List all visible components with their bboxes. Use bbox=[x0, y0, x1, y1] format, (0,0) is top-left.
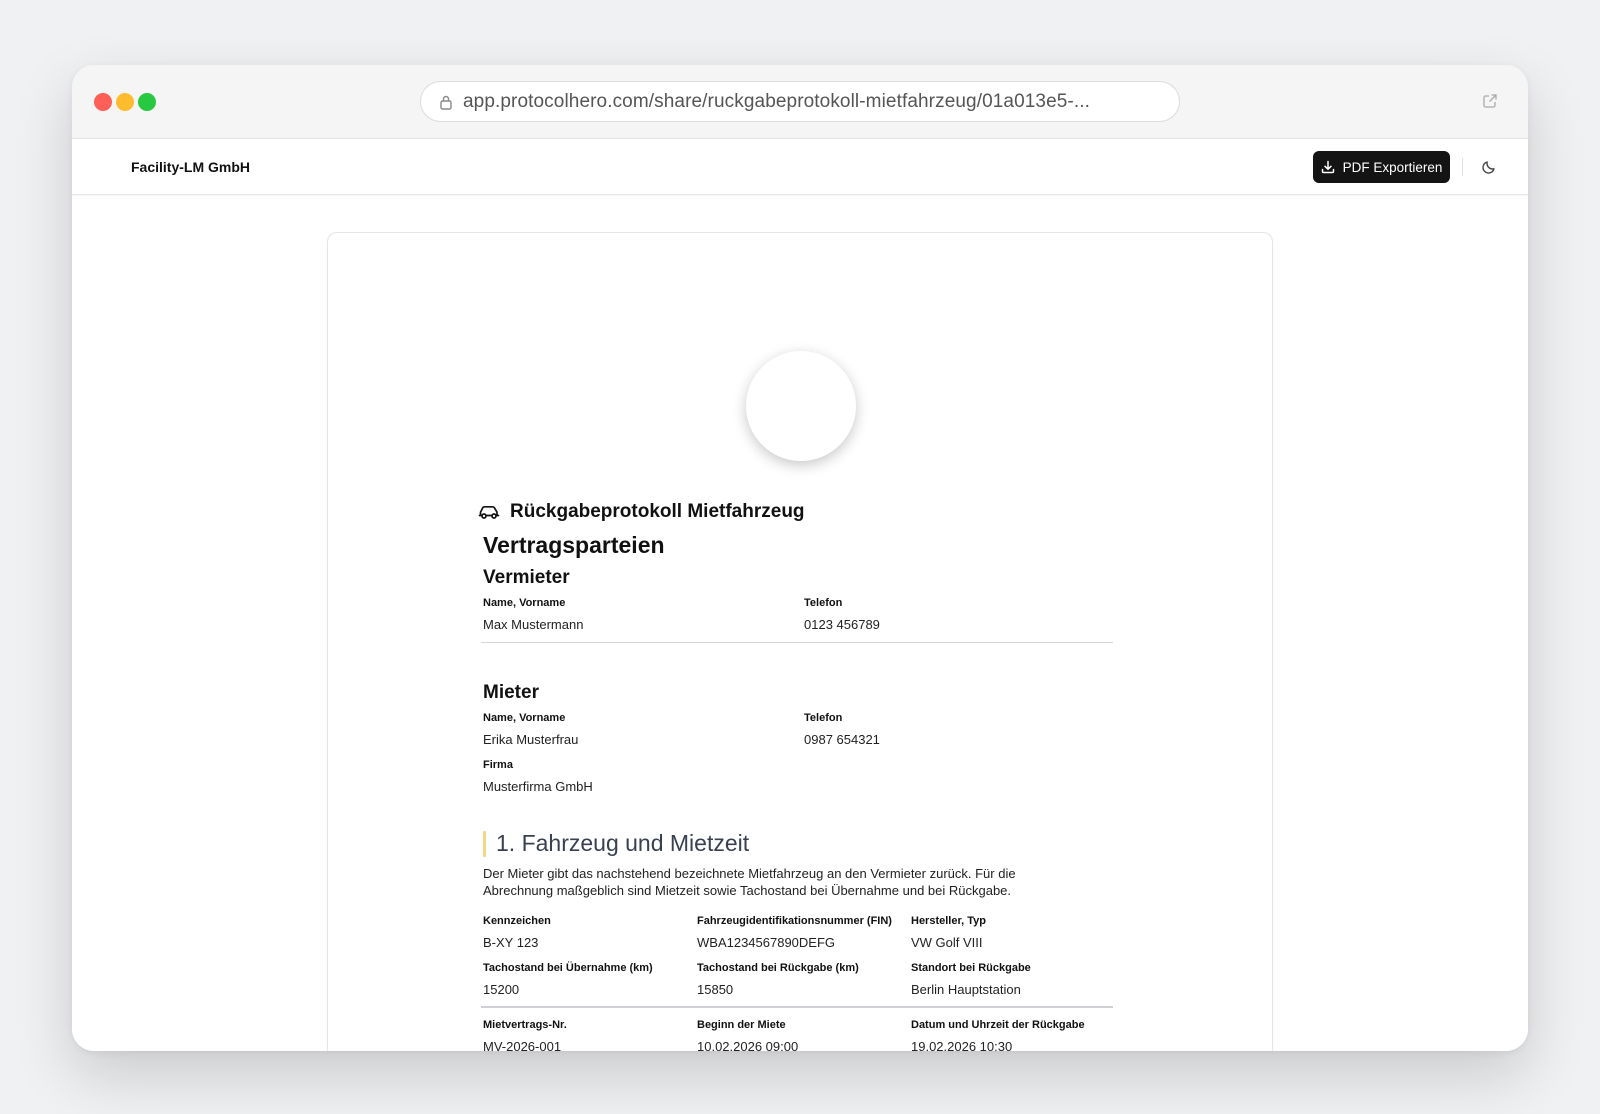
landlord-divider bbox=[481, 642, 1113, 643]
plate-label: Kennzeichen bbox=[483, 915, 551, 927]
app-header: Facility-LM GmbH PDF Exportieren bbox=[72, 139, 1528, 195]
close-window-button[interactable] bbox=[94, 93, 112, 111]
landlord-phone-value: 0123 456789 bbox=[804, 617, 880, 632]
lock-icon bbox=[440, 95, 452, 110]
tenant-phone-label: Telefon bbox=[804, 712, 843, 724]
pdf-export-button[interactable]: PDF Exportieren bbox=[1313, 151, 1450, 183]
browser-window: app.protocolhero.com/share/ruckgabeproto… bbox=[72, 65, 1528, 1051]
moon-icon[interactable] bbox=[1481, 159, 1497, 175]
return-datetime-label: Datum und Uhrzeit der Rückgabe bbox=[911, 1019, 1085, 1031]
tenant-name-value: Erika Musterfrau bbox=[483, 732, 579, 747]
section-1-divider bbox=[481, 1006, 1113, 1008]
tenant-phone-value: 0987 654321 bbox=[804, 732, 880, 747]
vin-label: Fahrzeugidentifikationsnummer (FIN) bbox=[697, 915, 892, 927]
open-external-icon[interactable] bbox=[1482, 93, 1498, 109]
return-location-label: Standort bei Rückgabe bbox=[911, 962, 1031, 974]
section-1-intro-line-1: Der Mieter gibt das nachstehend bezeichn… bbox=[483, 866, 1016, 881]
url-text: app.protocolhero.com/share/ruckgabeproto… bbox=[463, 90, 1090, 112]
return-datetime-value: 19.02.2026 10:30 bbox=[911, 1039, 1013, 1051]
minimize-window-button[interactable] bbox=[116, 93, 134, 111]
contract-number-label: Mietvertrags-Nr. bbox=[483, 1019, 567, 1031]
odometer-pickup-label: Tachostand bei Übernahme (km) bbox=[483, 962, 653, 974]
make-model-label: Hersteller, Typ bbox=[911, 915, 986, 927]
document-title: Rückgabeprotokoll Mietfahrzeug bbox=[510, 501, 805, 522]
car-icon bbox=[478, 505, 500, 519]
tenant-company-value: Musterfirma GmbH bbox=[483, 779, 593, 794]
company-name: Facility-LM GmbH bbox=[131, 159, 251, 175]
section-1-intro-line-2: Abrechnung maßgeblich sind Mietzeit sowi… bbox=[483, 883, 1012, 898]
download-icon bbox=[1321, 160, 1334, 174]
document-title-row: Rückgabeprotokoll Mietfahrzeug bbox=[478, 501, 805, 523]
landlord-name-value: Max Mustermann bbox=[483, 617, 584, 632]
tenant-company-label: Firma bbox=[483, 759, 513, 771]
return-location-value: Berlin Hauptstation bbox=[911, 982, 1021, 997]
landlord-heading: Vermieter bbox=[483, 567, 570, 588]
rental-start-value: 10.02.2026 09:00 bbox=[697, 1039, 799, 1051]
tenant-name-label: Name, Vorname bbox=[483, 712, 566, 724]
tenant-heading: Mieter bbox=[483, 682, 539, 703]
pdf-export-label: PDF Exportieren bbox=[1342, 159, 1443, 175]
odometer-return-value: 15850 bbox=[697, 982, 734, 997]
logo-placeholder bbox=[746, 351, 856, 461]
parties-heading: Vertragsparteien bbox=[483, 532, 665, 558]
plate-value: B-XY 123 bbox=[483, 935, 539, 950]
rental-start-label: Beginn der Miete bbox=[697, 1019, 786, 1031]
browser-titlebar: app.protocolhero.com/share/ruckgabeproto… bbox=[72, 65, 1528, 139]
odometer-return-label: Tachostand bei Rückgabe (km) bbox=[697, 962, 859, 974]
section-accent-bar bbox=[483, 831, 486, 857]
page-content: Rückgabeprotokoll Mietfahrzeug Vertragsp… bbox=[72, 196, 1528, 1051]
section-1-title: 1. Fahrzeug und Mietzeit bbox=[496, 830, 750, 856]
make-model-value: VW Golf VIII bbox=[911, 935, 983, 950]
vin-value: WBA1234567890DEFG bbox=[697, 935, 836, 950]
header-divider bbox=[1462, 158, 1463, 176]
landlord-phone-label: Telefon bbox=[804, 597, 843, 609]
maximize-window-button[interactable] bbox=[138, 93, 156, 111]
protocol-document: Rückgabeprotokoll Mietfahrzeug Vertragsp… bbox=[327, 232, 1273, 1051]
odometer-pickup-value: 15200 bbox=[483, 982, 520, 997]
landlord-name-label: Name, Vorname bbox=[483, 597, 566, 609]
address-bar[interactable]: app.protocolhero.com/share/ruckgabeproto… bbox=[420, 81, 1180, 122]
contract-number-value: MV-2026-001 bbox=[483, 1039, 562, 1051]
